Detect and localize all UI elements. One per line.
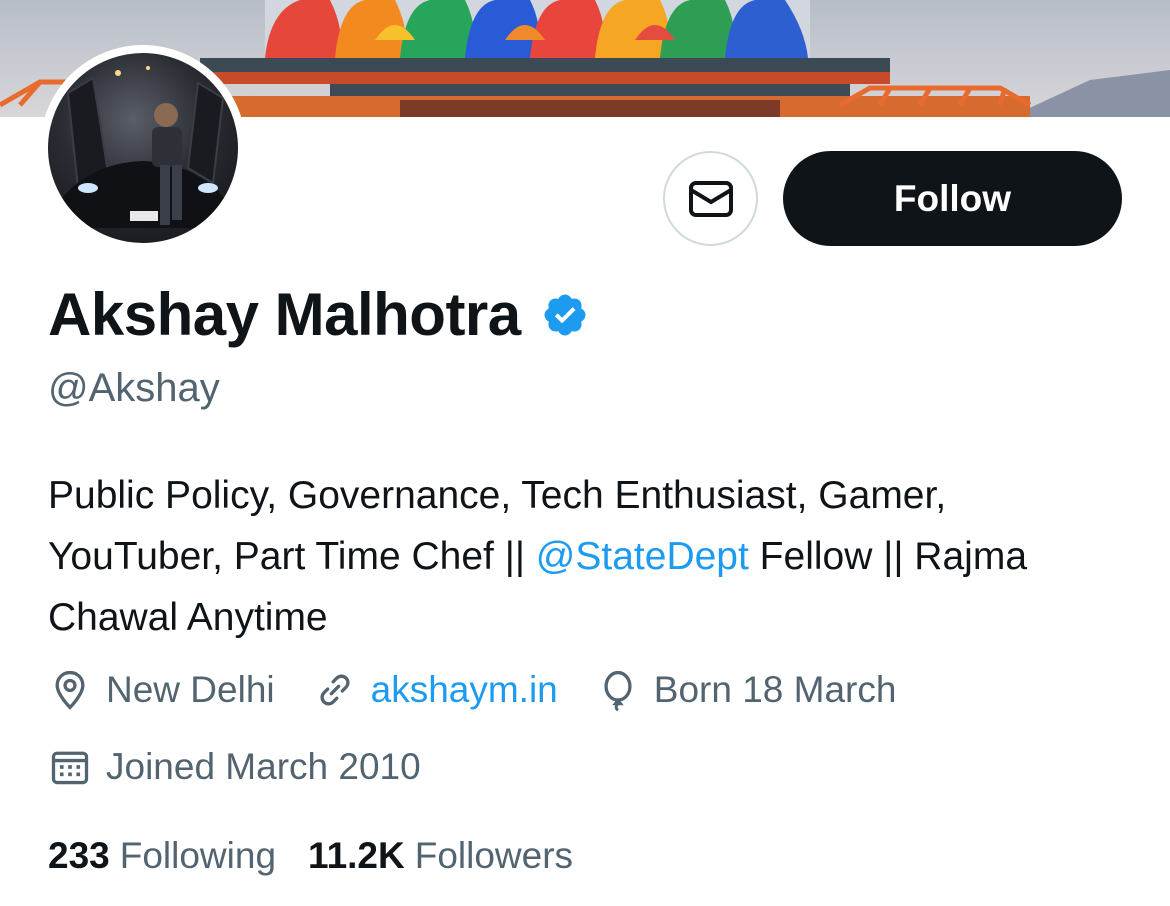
followers-stat[interactable]: 11.2K Followers [308,835,573,877]
avatar-photo [48,53,238,243]
followers-count: 11.2K [308,835,405,876]
link-icon [320,674,350,706]
website-link[interactable]: akshaym.in [371,669,558,711]
balloon-icon [604,670,632,712]
profile-avatar[interactable] [40,45,246,251]
following-label: Following [119,835,277,876]
birthday-text: Born 18 March [653,669,897,710]
calendar-icon [51,751,89,785]
following-stat[interactable]: 233 Following [48,835,276,877]
profile-name-row: Akshay Malhotra [48,280,589,349]
website-item[interactable]: akshaym.in [313,668,558,712]
profile-joined-row: Joined March 2010 [48,745,459,789]
joined-item: Joined March 2010 [48,745,421,789]
follow-button[interactable]: Follow [783,151,1122,246]
message-button[interactable] [663,151,758,246]
profile-handle: @Akshay [48,366,220,410]
following-count: 233 [48,835,110,876]
joined-text: Joined March 2010 [106,746,421,787]
followers-label: Followers [414,835,574,876]
profile-name: Akshay Malhotra [48,281,521,348]
profile-bio: Public Policy, Governance, Tech Enthusia… [48,465,1128,648]
verified-badge-icon [544,294,586,335]
profile-meta-row: New Delhi akshaym.in Born 18 March [48,668,934,712]
location-pin-icon [55,670,85,710]
profile-stats: 233 Following 11.2K Followers [48,835,605,877]
birthday-item: Born 18 March [596,668,897,712]
bio-mention-link[interactable]: @StateDept [536,535,749,578]
location-item: New Delhi [48,668,275,712]
envelope-icon [688,180,733,217]
location-text: New Delhi [106,669,275,710]
